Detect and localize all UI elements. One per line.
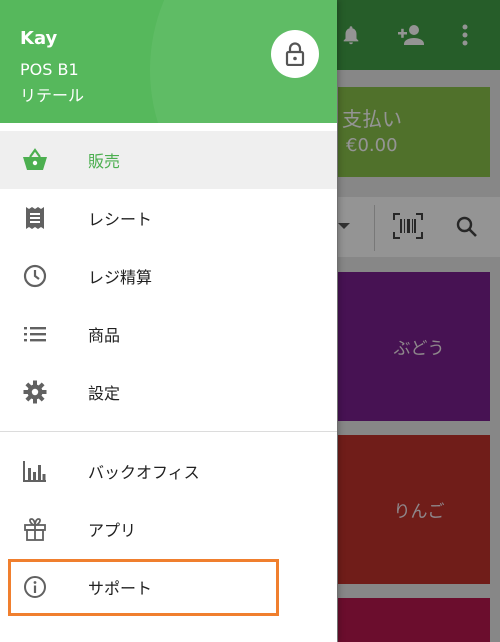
clock-icon bbox=[22, 263, 48, 289]
menu-item-items[interactable]: 商品 bbox=[0, 305, 337, 363]
menu-item-settings[interactable]: 設定 bbox=[0, 363, 337, 421]
list-icon bbox=[22, 321, 48, 347]
basket-icon bbox=[22, 147, 48, 173]
gear-icon bbox=[22, 379, 48, 405]
gift-icon bbox=[22, 516, 48, 542]
menu-item-receipts[interactable]: レシート bbox=[0, 189, 337, 247]
navigation-drawer: Kay POS B1 リテール 販売 レシート レジ精算 商品 設定 バックオフ… bbox=[0, 0, 337, 642]
menu-item-shifts[interactable]: レジ精算 bbox=[0, 247, 337, 305]
store-name: POS B1 bbox=[20, 60, 79, 79]
menu-item-label: バックオフィス bbox=[88, 463, 200, 482]
drawer-header: Kay POS B1 リテール bbox=[0, 0, 337, 123]
drawer-divider bbox=[0, 431, 337, 432]
user-role: リテール bbox=[20, 86, 85, 105]
menu-item-label: 設定 bbox=[88, 384, 121, 403]
menu-item-label: レシート bbox=[88, 210, 153, 229]
menu-item-apps[interactable]: アプリ bbox=[0, 500, 337, 558]
menu-item-back-office[interactable]: バックオフィス bbox=[0, 442, 337, 500]
lock-button[interactable] bbox=[271, 30, 319, 78]
menu-item-label: 販売 bbox=[88, 152, 121, 171]
menu-item-label: 商品 bbox=[88, 326, 121, 345]
receipt-icon bbox=[22, 205, 48, 231]
menu-item-label: アプリ bbox=[88, 521, 137, 540]
user-name: Kay bbox=[20, 28, 58, 49]
lock-icon bbox=[285, 42, 305, 66]
highlight-box bbox=[8, 559, 279, 616]
menu-item-sales[interactable]: 販売 bbox=[0, 131, 337, 189]
bar-chart-icon bbox=[22, 458, 48, 484]
menu-item-label: レジ精算 bbox=[88, 268, 153, 287]
